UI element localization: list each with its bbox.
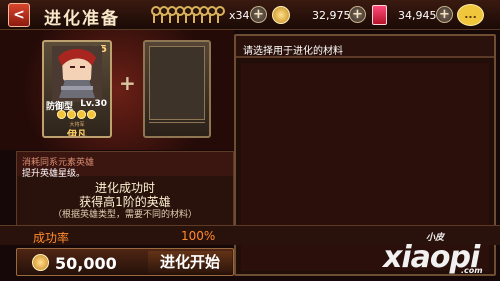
key-icon bbox=[174, 6, 185, 24]
hero-level: Lv.30 bbox=[80, 99, 107, 109]
info-header: 消耗同系元素英雄 提升英雄星级。 bbox=[17, 152, 233, 179]
evolution-cost: 50,000 bbox=[55, 254, 117, 273]
key-icons bbox=[150, 6, 225, 24]
key-icon bbox=[166, 6, 177, 24]
star-icon bbox=[57, 110, 66, 119]
star-icon bbox=[87, 110, 96, 119]
star-icon bbox=[77, 110, 86, 119]
page-title: 进化准备 bbox=[44, 9, 120, 29]
add-gem-button[interactable]: + bbox=[436, 6, 453, 23]
material-selection-header: 请选择用于进化的材料 bbox=[236, 36, 494, 58]
success-rate-label: 成功率 bbox=[33, 231, 70, 245]
hero-card[interactable]: +5 防御型 Lv.30 大将军 伊凡 bbox=[42, 40, 112, 138]
gold-coin-icon bbox=[272, 6, 290, 24]
result-line-1: 进化成功时 bbox=[94, 181, 155, 195]
hero-stars bbox=[57, 110, 96, 119]
result-note: （根据英雄类型，需要不同的材料） bbox=[52, 210, 197, 220]
add-key-button[interactable]: + bbox=[250, 6, 267, 23]
evolution-result-text: 进化成功时 获得高1阶的英雄 （根据英雄类型，需要不同的材料） bbox=[17, 181, 233, 221]
key-count: x34 bbox=[229, 9, 250, 22]
hero-name: 伊凡 bbox=[67, 130, 87, 138]
material-slot-frame bbox=[149, 46, 205, 120]
evolution-action-bar: 50,000 进化开始 bbox=[16, 248, 234, 276]
key-icon bbox=[206, 6, 217, 24]
key-icon bbox=[214, 6, 225, 24]
back-button[interactable]: < bbox=[8, 3, 30, 27]
back-icon: < bbox=[13, 7, 25, 23]
hero-portrait bbox=[52, 46, 102, 102]
chat-icon[interactable]: ... bbox=[457, 4, 484, 26]
watermark-suffix: .com bbox=[461, 266, 483, 275]
gem-icon bbox=[372, 5, 387, 25]
material-slot[interactable] bbox=[143, 40, 211, 138]
top-bar: < 进化准备 x34 + 32,975 + 34,945 + ... bbox=[0, 0, 500, 30]
success-rate-value: 100% bbox=[181, 229, 216, 243]
gold-coin-icon bbox=[32, 254, 49, 271]
add-gold-button[interactable]: + bbox=[349, 6, 366, 23]
star-icon bbox=[67, 110, 76, 119]
key-icon bbox=[150, 6, 161, 24]
gem-count: 34,945 bbox=[398, 9, 437, 22]
start-evolution-button[interactable]: 进化开始 bbox=[148, 251, 232, 273]
key-icon bbox=[198, 6, 209, 24]
key-icon bbox=[158, 6, 169, 24]
key-icon bbox=[190, 6, 201, 24]
key-icon bbox=[182, 6, 193, 24]
site-watermark: 小皮 xiaopi .com bbox=[383, 230, 493, 276]
info-description: 提升英雄星级。 bbox=[22, 169, 86, 179]
material-slot-footer bbox=[149, 122, 205, 132]
material-selection-title: 请选择用于进化的材料 bbox=[243, 46, 343, 57]
gold-count: 32,975 bbox=[312, 9, 351, 22]
result-line-2: 获得高1阶的英雄 bbox=[79, 195, 171, 209]
plus-icon: + bbox=[119, 71, 136, 95]
